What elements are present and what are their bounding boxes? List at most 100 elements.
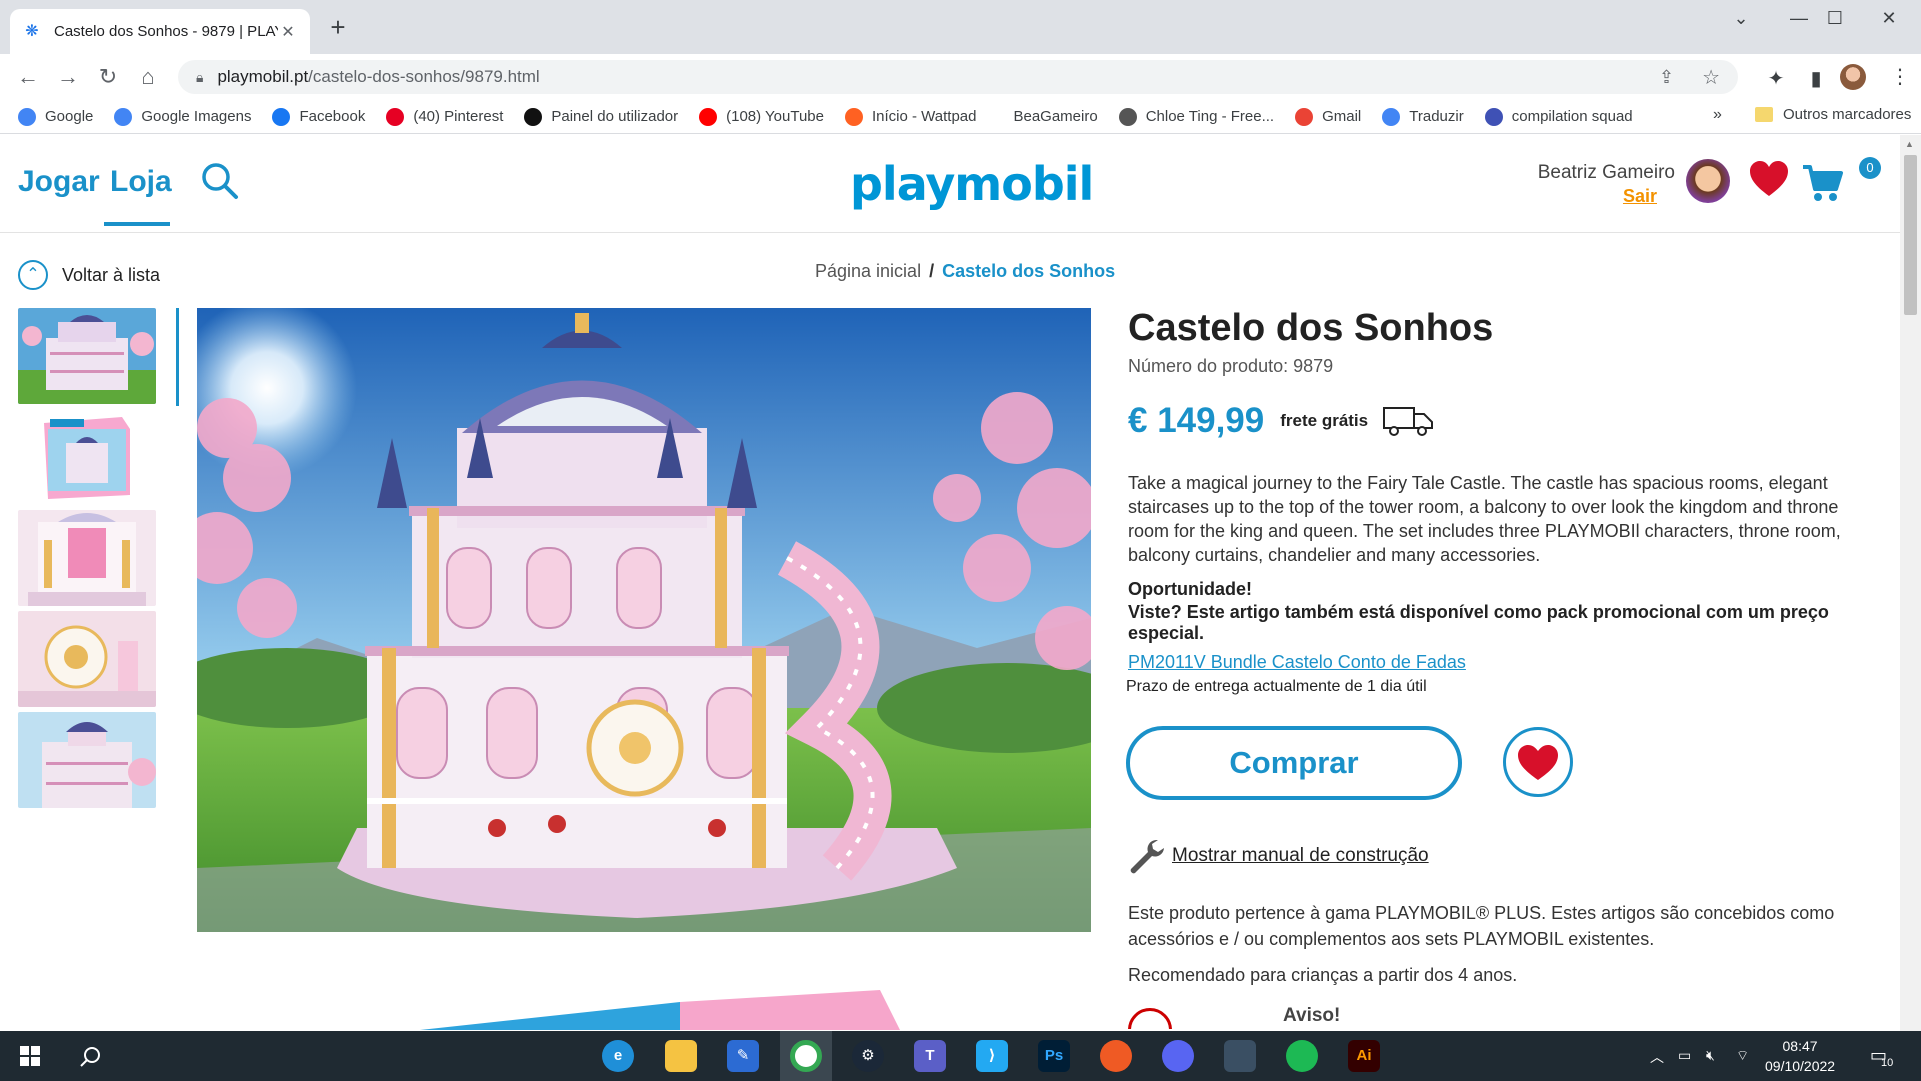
shopping-cart-icon[interactable] — [1802, 163, 1844, 203]
file-explorer-icon[interactable] — [665, 1040, 697, 1072]
site-header: Jogar Loja playmobil Beatriz Gameiro Sai… — [0, 135, 1900, 233]
browser-tab-bar: ❋ Castelo dos Sonhos - 9879 | PLAY ✕ + ⌄… — [0, 0, 1921, 54]
side-panel-icon[interactable]: ▮ — [1804, 66, 1828, 91]
bookmark-item[interactable]: Traduzir — [1382, 107, 1464, 126]
url-input[interactable]: 🔒︎ playmobil.pt/castelo-dos-sonhos/9879.… — [178, 60, 1738, 94]
playmobil-logo[interactable]: playmobil — [850, 157, 1094, 211]
taskbar-search-icon[interactable] — [80, 1046, 102, 1068]
sql-app-icon[interactable] — [1224, 1040, 1256, 1072]
share-icon[interactable]: ⇪ — [1659, 67, 1674, 88]
age-recommendation: Recomendado para crianças a partir dos 4… — [1128, 965, 1518, 985]
bookmark-item[interactable]: Google — [18, 107, 93, 126]
bookmark-item[interactable]: BeaGameiro — [1013, 108, 1097, 125]
bookmark-item[interactable]: Google Imagens — [114, 107, 252, 126]
tab-close-icon[interactable]: ✕ — [278, 22, 298, 42]
extensions-puzzle-icon[interactable]: ✦ — [1764, 66, 1788, 91]
home-icon[interactable]: ⌂ — [134, 64, 162, 92]
user-avatar[interactable] — [1686, 159, 1730, 203]
nav-jogar-link[interactable]: Jogar — [18, 165, 100, 199]
breadcrumb-current: Castelo dos Sonhos — [942, 261, 1116, 281]
scrollbar-thumb[interactable] — [1904, 155, 1917, 315]
volume-muted-icon[interactable]: 🔇︎ — [1706, 1047, 1715, 1064]
wishlist-heart-icon[interactable] — [1748, 159, 1790, 201]
edge-icon[interactable]: e — [602, 1040, 634, 1072]
bookmark-label: (40) Pinterest — [413, 108, 504, 125]
spotify-icon[interactable] — [1286, 1040, 1318, 1072]
tab-search-icon[interactable]: ⌄ — [1718, 8, 1764, 29]
thumbnail-castle-front[interactable] — [18, 308, 156, 404]
product-main-image[interactable] — [197, 308, 1091, 932]
delivery-truck-icon — [1383, 406, 1434, 436]
wrench-icon — [1130, 840, 1164, 874]
menu-kebab-icon[interactable]: ⋮ — [1890, 64, 1910, 89]
bookmark-item[interactable]: Início - Wattpad — [844, 107, 976, 126]
wifi-icon[interactable]: ⌔ — [1736, 1047, 1749, 1065]
search-icon[interactable] — [200, 161, 240, 201]
product-number: Número do produto: 9879 — [1128, 355, 1334, 376]
vscode-icon[interactable]: ⟩ — [976, 1040, 1008, 1072]
steam-icon[interactable]: ⚙ — [852, 1040, 884, 1072]
browser-tab[interactable]: ❋ Castelo dos Sonhos - 9879 | PLAY ✕ — [10, 9, 310, 54]
bookmark-label: Painel do utilizador — [551, 108, 679, 125]
bookmark-item[interactable]: Chloe Ting - Free... — [1118, 107, 1274, 126]
tray-chevron-icon[interactable]: ︿ — [1650, 1047, 1664, 1067]
bookmark-star-icon[interactable]: ☆ — [1702, 65, 1720, 90]
teams-icon[interactable]: T — [914, 1040, 946, 1072]
bookmark-label: Traduzir — [1409, 108, 1464, 125]
url-path: /castelo-dos-sonhos/9879.html — [308, 67, 540, 86]
thumbnail-box[interactable] — [18, 409, 156, 505]
illustrator-icon[interactable]: Ai — [1348, 1040, 1380, 1072]
bookmark-item[interactable]: (108) YouTube — [699, 107, 824, 126]
other-bookmarks-folder[interactable]: Outros marcadores — [1755, 106, 1911, 123]
folder-icon — [1755, 107, 1773, 122]
chrome-icon[interactable] — [790, 1040, 822, 1072]
bookmark-item[interactable]: (40) Pinterest — [386, 107, 504, 126]
other-bookmarks-label: Outros marcadores — [1783, 106, 1912, 123]
close-window-button[interactable]: ✕ — [1866, 8, 1912, 29]
playmobil-favicon-icon: ❋ — [25, 22, 39, 40]
bookmark-item[interactable]: Facebook — [272, 107, 365, 126]
windows-start-icon[interactable] — [20, 1046, 40, 1066]
bookmark-item[interactable]: Painel do utilizador — [524, 107, 679, 126]
maximize-button[interactable]: ☐ — [1812, 8, 1858, 29]
clock-date: 09/10/2022 — [1765, 1058, 1836, 1074]
address-bar-row: ← → ↻ ⌂ 🔒︎ playmobil.pt/castelo-dos-sonh… — [0, 54, 1921, 100]
thumbnail-throne-room[interactable] — [18, 510, 156, 606]
add-to-wishlist-button[interactable] — [1503, 727, 1573, 797]
back-arrow-icon[interactable]: ← — [14, 64, 42, 92]
new-tab-button[interactable]: + — [326, 14, 350, 40]
nav-loja-link[interactable]: Loja — [110, 165, 172, 199]
battery-icon[interactable]: ▭ — [1678, 1047, 1691, 1064]
forward-arrow-icon[interactable]: → — [54, 64, 82, 92]
secondary-product-image — [380, 990, 900, 1030]
assembly-manual-link[interactable]: Mostrar manual de construção — [1126, 836, 1429, 876]
buy-button[interactable]: Comprar — [1126, 726, 1462, 800]
thumbnail-peacock-chair[interactable] — [18, 611, 156, 707]
price-row: € 149,99 frete grátis — [1128, 401, 1878, 441]
photoshop-icon[interactable]: Ps — [1038, 1040, 1070, 1072]
bookmark-label: Google Imagens — [141, 108, 252, 125]
pinterest-icon — [386, 107, 405, 126]
bundle-link[interactable]: PM2011V Bundle Castelo Conto de Fadas — [1128, 652, 1466, 673]
discord-icon[interactable] — [1162, 1040, 1194, 1072]
lock-icon: 🔒︎ — [196, 68, 204, 85]
profile-avatar-icon[interactable] — [1840, 64, 1866, 90]
wattpad-icon — [844, 107, 863, 126]
heart-icon — [1518, 745, 1558, 780]
page-scrollbar[interactable]: ▲ — [1900, 135, 1921, 1031]
bookmark-item[interactable]: Gmail — [1295, 107, 1361, 126]
back-to-list-link[interactable]: ⌃ Voltar à lista — [18, 260, 160, 290]
bookmark-label: compilation squad — [1511, 108, 1633, 125]
pen-app-icon[interactable]: ✎ — [727, 1040, 759, 1072]
bookmark-item[interactable]: compilation squad — [1484, 107, 1633, 126]
scroll-up-icon[interactable]: ▲ — [1905, 139, 1914, 149]
logout-link[interactable]: Sair — [1623, 186, 1657, 207]
breadcrumb-home[interactable]: Página inicial — [815, 261, 921, 281]
reload-icon[interactable]: ↻ — [94, 64, 122, 92]
taskbar-clock[interactable]: 08:47 09/10/2022 — [1765, 1036, 1835, 1076]
thumbnail-castle-side[interactable] — [18, 712, 156, 808]
bitdefender-icon[interactable] — [1100, 1040, 1132, 1072]
user-name: Beatriz Gameiro — [1537, 162, 1675, 183]
bookmarks-more-icon[interactable]: » — [1713, 106, 1722, 124]
breadcrumb: Página inicial / Castelo dos Sonhos — [815, 261, 1115, 282]
